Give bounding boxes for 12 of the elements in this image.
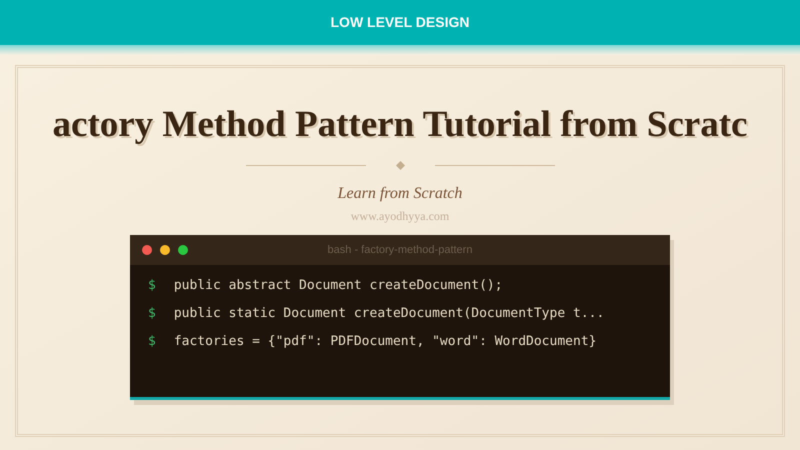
header-title: LOW LEVEL DESIGN bbox=[330, 13, 470, 32]
subtitle: Learn from Scratch bbox=[338, 184, 462, 204]
code-line: public static Document createDocument(DocumentType t... bbox=[174, 305, 604, 323]
prompt-symbol: $ bbox=[148, 305, 156, 323]
code-line: public abstract Document createDocument(); bbox=[174, 277, 503, 295]
diamond-icon bbox=[396, 161, 404, 170]
prompt-symbol: $ bbox=[148, 277, 156, 295]
page-title: actory Method Pattern Tutorial from Scratc bbox=[52, 106, 748, 143]
prompt-symbol: $ bbox=[148, 333, 156, 351]
terminal-title: bash - factory-method-pattern bbox=[328, 242, 472, 258]
site-url: www.ayodhyya.com bbox=[350, 208, 450, 225]
code-line: factories = {"pdf": PDFDocument, "word": WordDocument} bbox=[174, 333, 596, 351]
